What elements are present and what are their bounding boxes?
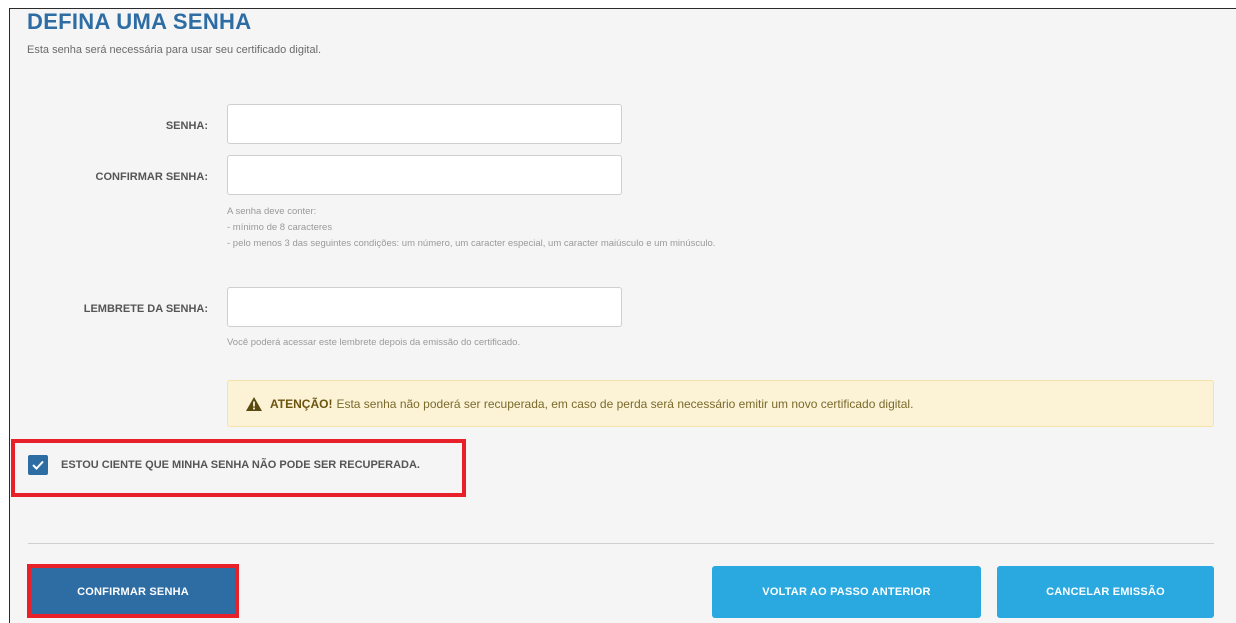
footer-divider bbox=[28, 543, 1214, 544]
alert-message: Esta senha não poderá ser recuperada, em… bbox=[336, 396, 914, 411]
reminder-hint: Você poderá acessar este lembrete depois… bbox=[227, 337, 521, 348]
warning-icon bbox=[246, 396, 262, 411]
warning-alert: ATENÇÃO! Esta senha não poderá ser recup… bbox=[227, 380, 1214, 427]
page-frame bbox=[9, 8, 1236, 623]
alert-strong-text: ATENÇÃO! bbox=[270, 396, 333, 411]
cancel-emission-button[interactable]: CANCELAR EMISSÃO bbox=[997, 566, 1214, 618]
password-rules: A senha deve conter: - mínimo de 8 carac… bbox=[227, 204, 715, 252]
confirm-password-input[interactable] bbox=[227, 155, 622, 195]
reminder-input[interactable] bbox=[227, 287, 622, 327]
password-rule-min-length: - mínimo de 8 caracteres bbox=[227, 222, 333, 233]
confirm-password-label: CONFIRMAR SENHA: bbox=[95, 171, 208, 183]
password-input[interactable] bbox=[227, 104, 622, 144]
checkbox-highlight-box bbox=[11, 439, 466, 497]
back-step-button[interactable]: VOLTAR AO PASSO ANTERIOR bbox=[712, 566, 981, 618]
reminder-label: LEMBRETE DA SENHA: bbox=[83, 303, 208, 315]
password-rules-intro: A senha deve conter: bbox=[227, 206, 317, 217]
password-rule-conditions: - pelo menos 3 das seguintes condições: … bbox=[227, 238, 716, 249]
confirm-button-highlight-box bbox=[27, 564, 239, 618]
page-subtitle: Esta senha será necessária para usar seu… bbox=[27, 44, 322, 56]
page-title: DEFINA UMA SENHA bbox=[27, 9, 252, 34]
password-label: SENHA: bbox=[165, 120, 208, 132]
